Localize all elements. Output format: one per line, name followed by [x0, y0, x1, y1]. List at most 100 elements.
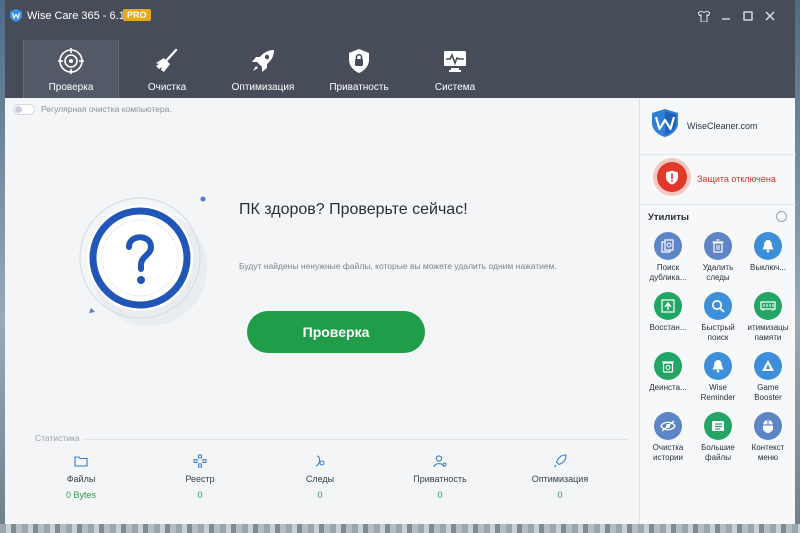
stats-title: Статистика — [35, 433, 80, 443]
utilities-title: Утилиты — [648, 212, 690, 223]
broom-icon — [156, 48, 178, 72]
restore-icon — [654, 292, 682, 320]
stat-value: 0 — [557, 490, 563, 500]
duplicate-finder-icon — [654, 232, 682, 260]
memory-icon — [754, 292, 782, 320]
stat-label: Реестр — [185, 474, 215, 484]
tab-check[interactable]: Проверка — [23, 40, 119, 98]
desktop-background-bottom — [0, 524, 800, 533]
sidebar-divider — [640, 154, 796, 155]
bell-icon — [754, 232, 782, 260]
stat-registry: Реестр 0 — [160, 454, 240, 500]
tool-history-cleaner[interactable]: Очистка истории — [643, 412, 693, 472]
auto-clean-toggle[interactable] — [13, 104, 35, 115]
tool-game-booster[interactable]: Game Booster — [743, 352, 793, 412]
tab-system[interactable]: Система — [407, 40, 503, 98]
user-icon — [433, 455, 447, 468]
tab-privacy[interactable]: Приватность — [311, 40, 407, 98]
monitor-pulse-icon — [444, 51, 466, 72]
tab-label: Приватность — [329, 82, 389, 93]
auto-clean-label: Регулярная очистка компьютера. — [41, 104, 172, 114]
tool-label: Деинста... — [649, 383, 687, 392]
stat-optimization: Оптимизация 0 — [520, 454, 600, 500]
pro-badge: PRO — [123, 9, 151, 21]
maximize-icon[interactable] — [741, 9, 755, 23]
tool-label: Game Booster — [754, 383, 782, 402]
game-booster-icon — [754, 352, 782, 380]
question-mark-illustration — [79, 196, 207, 326]
desktop-background-right — [795, 0, 800, 533]
tool-label: Очистка истории — [652, 443, 684, 462]
tool-label: Удалить следы — [702, 263, 734, 282]
tab-clean[interactable]: Очистка — [119, 40, 215, 98]
large-files-icon — [704, 412, 732, 440]
tool-label: Выключ... — [749, 263, 786, 272]
tab-label: Система — [434, 82, 476, 93]
right-sidebar: WiseCleaner.com Защита отключена Утилиты… — [639, 98, 796, 524]
stat-label: Следы — [305, 474, 335, 484]
tool-large-files[interactable]: Большие файлы — [693, 412, 743, 472]
gear-icon[interactable] — [776, 211, 787, 222]
eye-off-icon — [654, 412, 682, 440]
header: Wise Care 365 - 6.1.9 PRO Проверка Очист… — [5, 0, 795, 98]
tool-auto-shutdown[interactable]: Выключ... — [743, 232, 793, 292]
close-icon[interactable] — [763, 9, 777, 23]
tool-wise-reminder[interactable]: Wise Reminder — [693, 352, 743, 412]
brand-link[interactable]: WiseCleaner.com — [687, 121, 758, 131]
shield-lock-icon — [349, 49, 369, 73]
tool-label: Восстан... — [649, 323, 687, 332]
registry-icon — [193, 454, 207, 468]
stat-label: Приватность — [413, 474, 467, 484]
shield-alert-icon — [666, 170, 678, 184]
stat-value: 0 — [317, 490, 323, 500]
stat-files: Файлы 0 Bytes — [41, 454, 121, 500]
tab-label: Очистка — [147, 82, 187, 93]
app-title: Wise Care 365 - 6.1.9 — [27, 10, 134, 22]
trash-icon — [704, 232, 732, 260]
mouse-icon — [754, 412, 782, 440]
app-window: Wise Care 365 - 6.1.9 PRO Проверка Очист… — [5, 0, 796, 524]
stat-label: Файлы — [66, 474, 96, 484]
tab-label: Проверка — [48, 82, 94, 93]
tab-optimize[interactable]: Оптимизация — [215, 40, 311, 98]
footprint-icon — [315, 455, 325, 467]
shirt-icon[interactable] — [697, 9, 711, 23]
subtext: Будут найдены ненужные файлы, которые вы… — [239, 261, 557, 271]
uninstall-icon — [654, 352, 682, 380]
sidebar-divider — [640, 204, 796, 205]
scan-button[interactable]: Проверка — [247, 311, 425, 353]
tool-duplicate-finder[interactable]: Поиск дублика... — [643, 232, 693, 292]
tool-erase-traces[interactable]: Удалить следы — [693, 232, 743, 292]
stat-privacy: Приватность 0 — [400, 454, 480, 500]
tool-label: Большие файлы — [701, 443, 735, 462]
main-nav: Проверка Очистка Оптимизация Приватность… — [23, 40, 503, 98]
stat-value: 0 — [197, 490, 203, 500]
tool-memory-optimizer[interactable]: итимизацы памяти — [743, 292, 793, 352]
tool-context-menu[interactable]: Контекст меню — [743, 412, 793, 472]
main-panel: Регулярная очистка компьютера. ПК здоров… — [5, 98, 639, 524]
protection-status-icon[interactable] — [657, 162, 687, 192]
reminder-bell-icon — [704, 352, 732, 380]
tool-label: Контекст меню — [751, 443, 785, 462]
rocket-icon — [252, 50, 274, 72]
tool-label: Wise Reminder — [700, 383, 736, 402]
folder-icon — [74, 456, 88, 467]
tool-uninstaller[interactable]: Деинста... — [643, 352, 693, 412]
tool-label: Быстрый поиск — [701, 323, 735, 342]
title-bar[interactable]: Wise Care 365 - 6.1.9 PRO — [5, 0, 795, 30]
tool-restore[interactable]: Восстан... — [643, 292, 693, 352]
stat-traces: Следы 0 — [280, 454, 360, 500]
stats-divider — [85, 439, 628, 440]
tab-label: Оптимизация — [231, 82, 295, 93]
stat-label: Оптимизация — [531, 474, 589, 484]
tool-label: итимизацы памяти — [747, 323, 789, 342]
rocket-icon — [554, 454, 567, 468]
tool-label: Поиск дублика... — [649, 263, 687, 282]
stat-value: 0 Bytes — [65, 490, 96, 500]
tool-fast-search[interactable]: Быстрый поиск — [693, 292, 743, 352]
minimize-icon[interactable] — [719, 9, 733, 23]
protection-status-label[interactable]: Защита отключена — [697, 174, 776, 184]
stat-value: 0 — [437, 490, 443, 500]
app-logo-icon — [10, 9, 22, 22]
wisecleaner-logo-icon[interactable] — [651, 108, 679, 138]
